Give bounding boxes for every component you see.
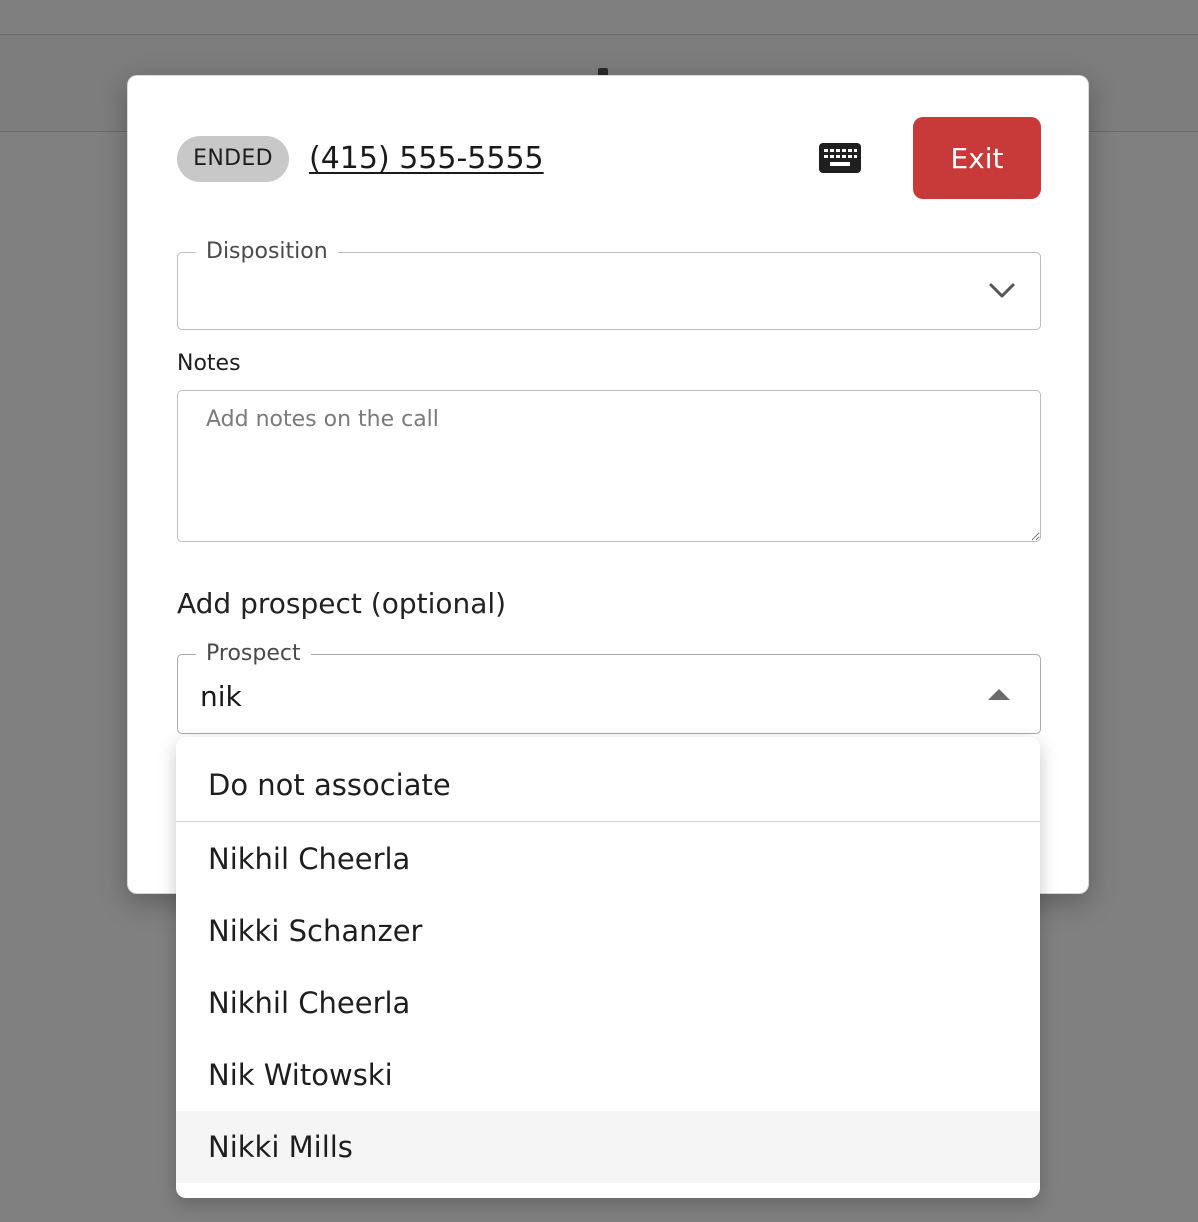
disposition-label: Disposition bbox=[196, 237, 338, 267]
call-status-badge: ENDED bbox=[177, 136, 289, 182]
background-top-bar bbox=[0, 0, 1198, 35]
notes-label: Notes bbox=[177, 351, 241, 376]
chevron-down-icon bbox=[989, 283, 1015, 298]
prospect-options-listbox: Do not associate Nikhil Cheerla Nikki Sc… bbox=[176, 737, 1040, 1198]
caret-up-icon[interactable] bbox=[988, 689, 1010, 700]
exit-button[interactable]: Exit bbox=[913, 117, 1041, 199]
prospect-search-input[interactable] bbox=[200, 677, 960, 715]
keypad-button[interactable] bbox=[816, 139, 864, 177]
phone-number-link[interactable]: (415) 555-5555 bbox=[309, 138, 544, 180]
prospect-option[interactable]: Nikhil Cheerla bbox=[176, 967, 1040, 1039]
keyboard-icon bbox=[819, 143, 861, 173]
disposition-select[interactable]: Disposition bbox=[177, 237, 1041, 330]
add-prospect-heading: Add prospect (optional) bbox=[177, 587, 507, 620]
prospect-autocomplete[interactable]: Prospect bbox=[177, 639, 1041, 734]
prospect-label: Prospect bbox=[196, 639, 311, 669]
option-do-not-associate[interactable]: Do not associate bbox=[176, 749, 1040, 821]
prospect-option[interactable]: Nik Witowski bbox=[176, 1039, 1040, 1111]
prospect-option-highlighted[interactable]: Nikki Mills bbox=[176, 1111, 1040, 1183]
prospect-option[interactable]: Nikki Schanzer bbox=[176, 895, 1040, 967]
prospect-option[interactable]: Nikhil Cheerla bbox=[176, 823, 1040, 895]
options-divider bbox=[176, 821, 1040, 822]
notes-textarea[interactable] bbox=[177, 390, 1041, 542]
